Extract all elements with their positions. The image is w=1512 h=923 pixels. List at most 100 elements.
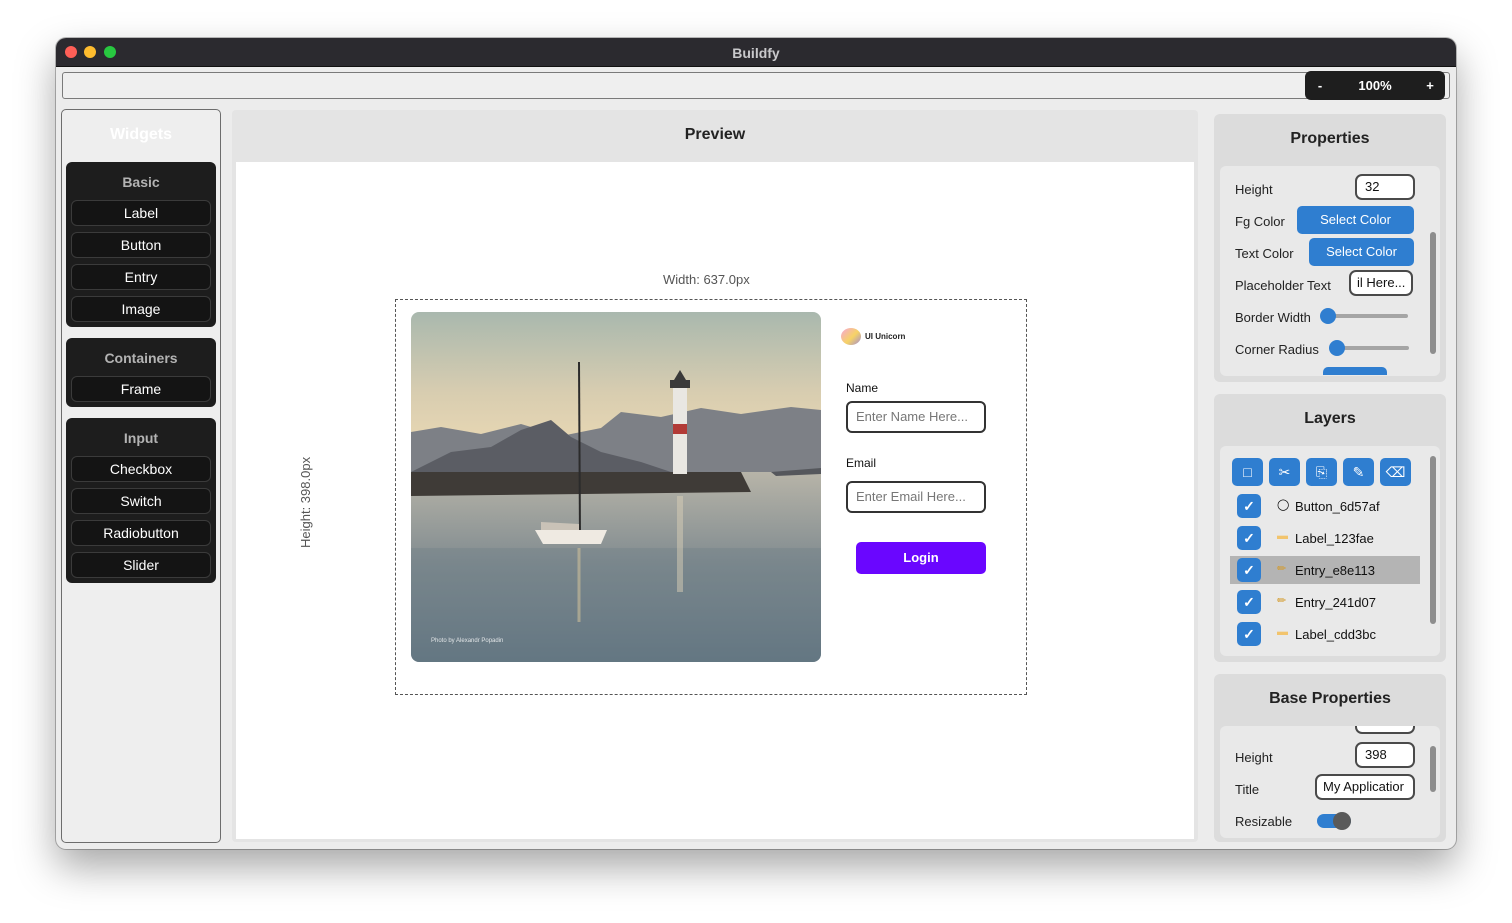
- preview-panel: Preview Width: 637.0px Height: 398.0px P…: [232, 110, 1198, 842]
- height-prop-label: Height: [1235, 182, 1273, 197]
- placeholder-text-label: Placeholder Text: [1235, 278, 1331, 293]
- preview-canvas[interactable]: Width: 637.0px Height: 398.0px Photo by …: [236, 162, 1194, 839]
- widget-checkbox-button[interactable]: Checkbox: [71, 456, 211, 482]
- email-label: Email: [846, 456, 877, 470]
- base-title-input[interactable]: My Applicatior: [1315, 774, 1415, 800]
- trash-icon[interactable]: ⌫: [1380, 458, 1411, 486]
- clipboard-icon[interactable]: ⎘: [1306, 458, 1337, 486]
- layers-body: □ ✂ ⎘ ✎ ⌫ ✓ ◯ Button_6d57af ✓ ▬ Label_12…: [1220, 446, 1440, 656]
- widget-image-button[interactable]: Image: [71, 296, 211, 322]
- widget-group-basic: Basic Label Button Entry Image: [66, 162, 216, 327]
- base-properties-title: Base Properties: [1269, 690, 1391, 707]
- layer-visibility-checkbox[interactable]: ✓: [1237, 590, 1261, 614]
- properties-scrollbar[interactable]: [1430, 232, 1436, 354]
- photo-credit: Photo by Alexandr Popadin: [431, 638, 504, 644]
- resizable-switch[interactable]: [1317, 812, 1351, 830]
- properties-title: Properties: [1290, 130, 1370, 147]
- text-color-label: Text Color: [1235, 246, 1294, 261]
- scissors-icon[interactable]: ✂: [1269, 458, 1300, 486]
- height-prop-input[interactable]: 32: [1355, 174, 1415, 200]
- text-color-button[interactable]: Select Color: [1309, 238, 1414, 266]
- corner-radius-label: Corner Radius: [1235, 342, 1319, 357]
- width-label: Width: 637.0px: [663, 272, 750, 287]
- properties-body: Height 32 Fg Color Select Color Text Col…: [1220, 166, 1440, 376]
- layer-name: Label_123fae: [1295, 531, 1374, 546]
- name-input[interactable]: Enter Name Here...: [846, 401, 986, 433]
- app-frame[interactable]: Photo by Alexandr Popadin UI Unicorn Nam…: [395, 299, 1027, 695]
- group-title-basic: Basic: [122, 174, 160, 190]
- base-properties-panel: Base Properties Height 398 Title My Appl…: [1214, 674, 1446, 842]
- height-label: Height: 398.0px: [298, 456, 313, 548]
- layer-name: Entry_241d07: [1295, 595, 1376, 610]
- corner-radius-slider-thumb[interactable]: [1329, 340, 1345, 356]
- layer-visibility-checkbox[interactable]: ✓: [1237, 526, 1261, 550]
- widgets-sidebar: Widgets Basic Label Button Entry Image C…: [61, 109, 221, 843]
- layer-name: Entry_e8e113: [1295, 563, 1375, 578]
- toolbar: - 100% +: [62, 71, 1450, 100]
- widget-radiobutton-button[interactable]: Radiobutton: [71, 520, 211, 546]
- placeholder-text-input[interactable]: il Here...: [1349, 270, 1413, 296]
- layer-visibility-checkbox[interactable]: ✓: [1237, 494, 1261, 518]
- base-height-input[interactable]: 398: [1355, 742, 1415, 768]
- group-title-input: Input: [123, 430, 159, 446]
- layer-row[interactable]: ✓ ✏ Entry_241d07: [1230, 588, 1420, 616]
- name-label: Name: [846, 381, 879, 395]
- resizable-switch-knob[interactable]: [1333, 812, 1351, 830]
- app-window: Buildfy - 100% + Widgets Basic Label But…: [56, 38, 1456, 849]
- tag-icon: ▬: [1277, 530, 1288, 542]
- base-height-label: Height: [1235, 750, 1273, 765]
- tag-icon: ▬: [1277, 626, 1288, 638]
- base-properties-body: Height 398 Title My Applicatior Resizabl…: [1220, 726, 1440, 838]
- zoom-control: - 100% +: [1305, 71, 1445, 100]
- border-width-label: Border Width: [1235, 310, 1311, 325]
- next-property-control[interactable]: [1323, 367, 1387, 375]
- widget-group-input: Input Checkbox Switch Radiobutton Slider: [66, 418, 216, 583]
- widget-group-containers: Containers Frame: [66, 338, 216, 407]
- layer-row[interactable]: ✓ ▬ Label_cdd3bc: [1230, 620, 1420, 648]
- pencil-icon: ✏: [1277, 595, 1287, 607]
- layers-scrollbar[interactable]: [1430, 456, 1436, 624]
- lighthouse-image[interactable]: Photo by Alexandr Popadin: [411, 312, 821, 662]
- zoom-in-button[interactable]: +: [1415, 71, 1445, 100]
- group-title-containers: Containers: [104, 350, 178, 366]
- new-file-icon[interactable]: □: [1232, 458, 1263, 486]
- base-properties-scrollbar[interactable]: [1430, 746, 1436, 792]
- lighthouse-photo-icon: [411, 312, 821, 662]
- resizable-label: Resizable: [1235, 814, 1293, 829]
- widget-button-button[interactable]: Button: [71, 232, 211, 258]
- login-button[interactable]: Login: [856, 542, 986, 574]
- email-input[interactable]: Enter Email Here...: [846, 481, 986, 513]
- layer-name: Button_6d57af: [1295, 499, 1380, 514]
- fg-color-label: Fg Color: [1235, 214, 1285, 229]
- sidebar-title: Widgets: [109, 126, 173, 143]
- preview-title: Preview: [684, 126, 746, 143]
- properties-panel: Properties Height 32 Fg Color Select Col…: [1214, 114, 1446, 382]
- layers-panel: Layers □ ✂ ⎘ ✎ ⌫ ✓ ◯ Button_6d57af ✓ ▬ L…: [1214, 394, 1446, 662]
- width-prop-input[interactable]: [1355, 726, 1415, 734]
- widget-entry-button[interactable]: Entry: [71, 264, 211, 290]
- edit-icon[interactable]: ✎: [1343, 458, 1374, 486]
- title-bar: Buildfy: [56, 38, 1456, 67]
- layer-row-selected[interactable]: ✓ ✏ Entry_e8e113: [1230, 556, 1420, 584]
- radio-icon: ◯: [1277, 499, 1290, 511]
- ui-unicorn-logo-icon: [841, 328, 861, 345]
- layer-visibility-checkbox[interactable]: ✓: [1237, 558, 1261, 582]
- border-width-slider-track[interactable]: [1328, 314, 1408, 318]
- layer-row[interactable]: ✓ ◯ Button_6d57af: [1230, 492, 1420, 520]
- window-title: Buildfy: [732, 45, 780, 61]
- widget-label-button[interactable]: Label: [71, 200, 211, 226]
- base-title-label: Title: [1235, 782, 1260, 797]
- layers-title: Layers: [1304, 410, 1356, 427]
- zoom-level: 100%: [1358, 78, 1392, 93]
- layer-row[interactable]: ✓ ▬ Label_123fae: [1230, 524, 1420, 552]
- corner-radius-slider-track[interactable]: [1337, 346, 1409, 350]
- zoom-out-button[interactable]: -: [1305, 71, 1335, 100]
- fg-color-button[interactable]: Select Color: [1297, 206, 1414, 234]
- layer-visibility-checkbox[interactable]: ✓: [1237, 622, 1261, 646]
- widget-switch-button[interactable]: Switch: [71, 488, 211, 514]
- widget-slider-button[interactable]: Slider: [71, 552, 211, 578]
- border-width-slider-thumb[interactable]: [1320, 308, 1336, 324]
- widget-frame-button[interactable]: Frame: [71, 376, 211, 402]
- logo-text: UI Unicorn: [865, 332, 906, 341]
- layer-name: Label_cdd3bc: [1295, 627, 1376, 642]
